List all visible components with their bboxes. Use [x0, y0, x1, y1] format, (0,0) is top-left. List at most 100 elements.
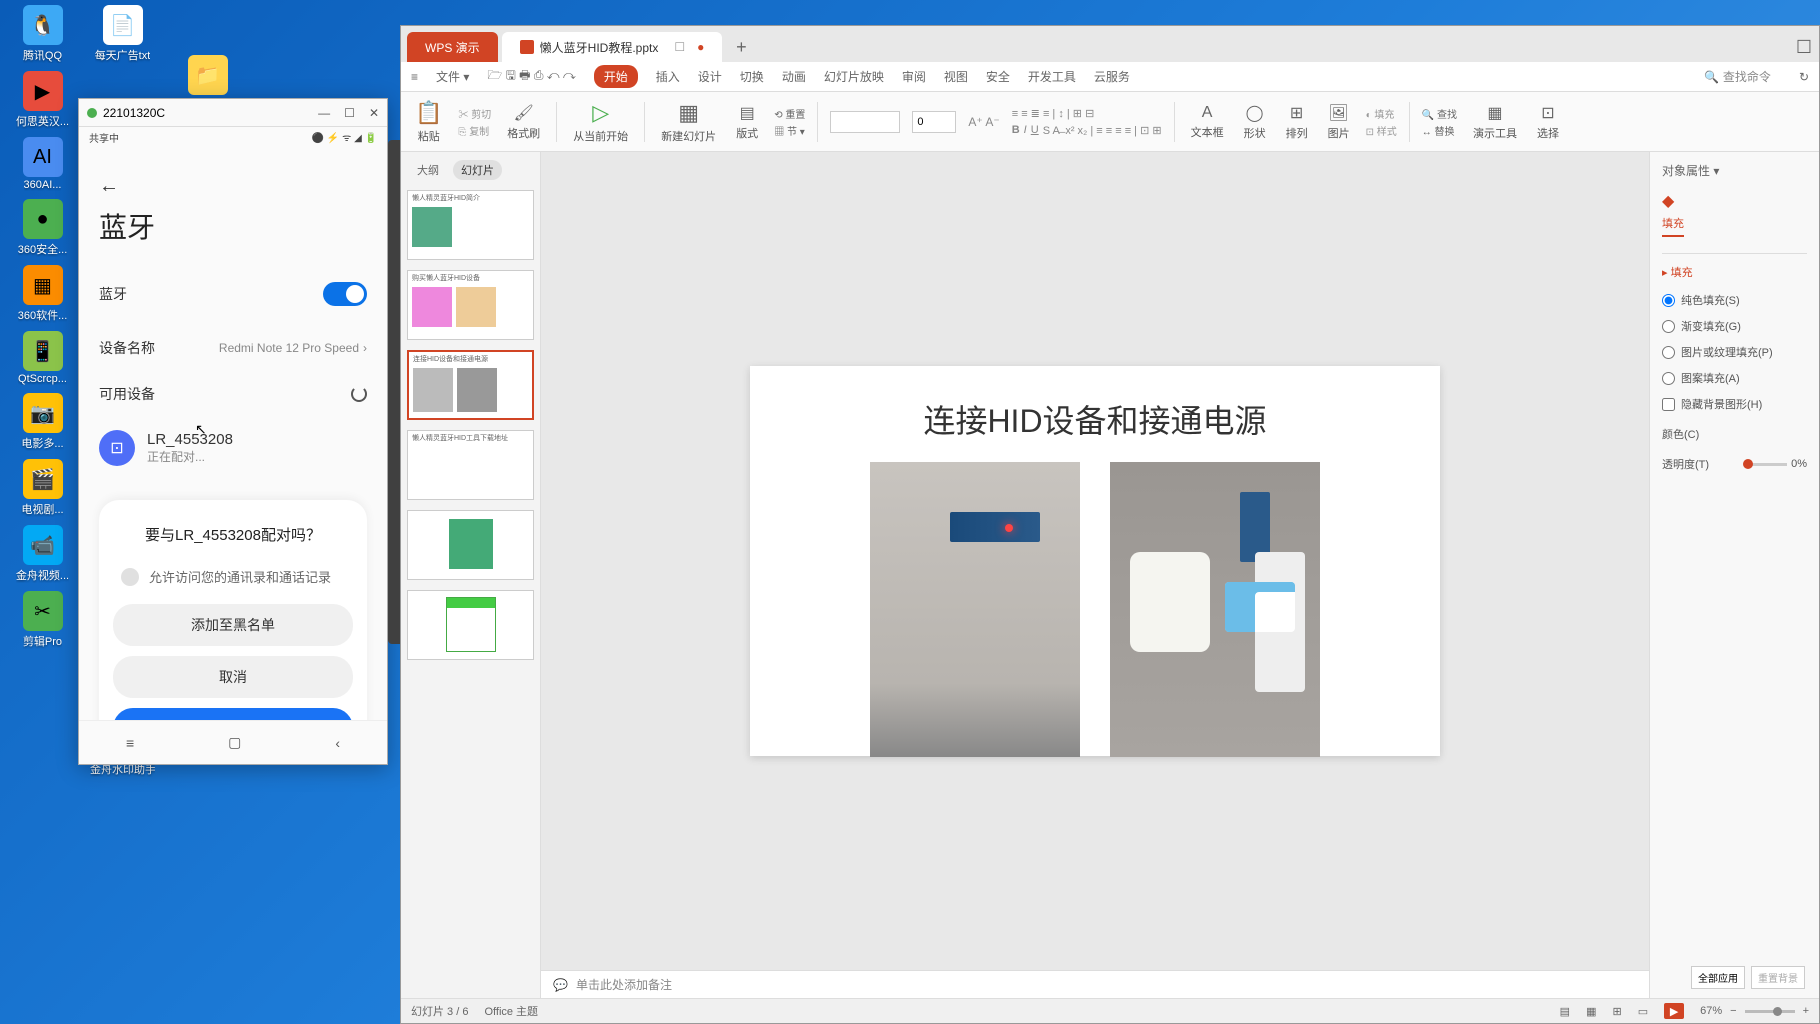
toolbar-icon[interactable]: 🗁 🖫 🖶 ⎙ ↶ ↷ [487, 66, 575, 87]
slide-thumb-1[interactable]: 懒人精灵蓝牙HID简介 [407, 190, 534, 260]
find-button[interactable]: 🔍 查找 [1422, 106, 1457, 121]
demo-tool-button[interactable]: ▦演示工具 [1469, 103, 1521, 141]
menu-security[interactable]: 安全 [986, 68, 1010, 85]
styles-btn[interactable]: ⊡ 样式 [1366, 123, 1397, 138]
slide-image-1[interactable] [870, 462, 1080, 757]
menu-slideshow[interactable]: 幻灯片放映 [824, 68, 884, 85]
minimize-button[interactable]: — [318, 106, 330, 120]
menu-start[interactable]: 开始 [594, 65, 638, 88]
hide-bg-checkbox[interactable]: 隐藏背景图形(H) [1662, 396, 1807, 412]
device-list-item[interactable]: ⊡ LR_4553208 正在配对... [99, 430, 367, 466]
outline-tab[interactable]: 大纲 [409, 160, 447, 180]
hamburger-icon[interactable]: ≡ [411, 70, 418, 84]
view-reading-icon[interactable]: ⊞ [1612, 1005, 1621, 1018]
desktop-icon[interactable]: 🎬电视剧... [10, 459, 75, 517]
menu-transition[interactable]: 切换 [740, 68, 764, 85]
desktop-icon[interactable]: 🐧腾讯QQ [10, 5, 75, 63]
play-from-current-button[interactable]: ▷从当前开始 [569, 100, 632, 144]
document-tab[interactable]: 懒人蓝牙HID教程.pptx ☐ ● [502, 32, 723, 62]
paste-button[interactable]: 📋粘贴 [411, 100, 446, 144]
copy-button[interactable]: ⎘ 复制 [458, 123, 491, 138]
maximize-button[interactable]: ☐ [344, 106, 355, 120]
desktop-icon[interactable]: 📱QtScrcp... [10, 331, 75, 385]
close-button[interactable]: ✕ [369, 106, 379, 120]
picture-button[interactable]: 🖼图片 [1324, 103, 1354, 141]
add-tab-button[interactable]: + [726, 32, 756, 62]
pattern-fill-radio[interactable]: 图案填充(A) [1662, 370, 1807, 386]
nav-back-button[interactable]: ‹ [335, 735, 340, 751]
fill-tab[interactable]: 填充 [1662, 215, 1684, 237]
view-notes-icon[interactable]: ▭ [1638, 1005, 1648, 1018]
current-slide[interactable]: 连接HID设备和接通电源 [750, 366, 1440, 756]
desktop-icon[interactable]: 📹金舟视频... [10, 525, 75, 583]
phone-window-titlebar[interactable]: 22101320C — ☐ ✕ [79, 99, 387, 127]
reset-button[interactable]: ⟲ 重置 [774, 106, 805, 121]
slide-title[interactable]: 连接HID设备和接通电源 [780, 396, 1410, 442]
slideshow-button[interactable]: ▶ [1664, 1003, 1684, 1019]
slide-canvas[interactable]: 连接HID设备和接通电源 [541, 152, 1649, 970]
new-slide-button[interactable]: ▦新建幻灯片 [657, 100, 720, 144]
textbox-button[interactable]: A文本框 [1187, 104, 1228, 140]
desktop-icon[interactable]: ✂剪辑Pro [10, 591, 75, 649]
command-search[interactable]: 🔍 查找命令 [1704, 68, 1771, 85]
font-name-input[interactable] [830, 111, 900, 133]
desktop-icon[interactable]: AI360AI... [10, 137, 75, 191]
zoom-level[interactable]: 67% [1700, 1005, 1722, 1017]
cut-button[interactable]: ✂ 剪切 [458, 106, 491, 121]
shape-button[interactable]: ◯形状 [1240, 103, 1270, 141]
replace-button[interactable]: ↔ 替换 [1422, 123, 1457, 138]
blacklist-button[interactable]: 添加至黑名单 [113, 604, 353, 646]
menu-view[interactable]: 视图 [944, 68, 968, 85]
picture-fill-radio[interactable]: 图片或纹理填充(P) [1662, 344, 1807, 360]
slide-thumb-5[interactable] [407, 510, 534, 580]
menu-insert[interactable]: 插入 [656, 68, 680, 85]
view-sorter-icon[interactable]: ▦ [1586, 1005, 1596, 1018]
menu-dev[interactable]: 开发工具 [1028, 68, 1076, 85]
font-size-input[interactable] [912, 111, 956, 133]
fill-section-header[interactable]: ▸ 填充 [1662, 264, 1807, 280]
desktop-icon[interactable]: 📄每天广告txt [90, 5, 155, 63]
bluetooth-toggle[interactable] [323, 282, 367, 306]
fill-btn[interactable]: ◐ 填充 [1366, 106, 1397, 121]
device-name-value[interactable]: Redmi Note 12 Pro Speed › [219, 341, 367, 355]
permission-checkbox-row[interactable]: 允许访问您的通讯录和通话记录 [113, 567, 353, 586]
solid-fill-radio[interactable]: 纯色填充(S) [1662, 292, 1807, 308]
menu-animation[interactable]: 动画 [782, 68, 806, 85]
menu-review[interactable]: 审阅 [902, 68, 926, 85]
apply-all-button[interactable]: 全部应用 [1691, 966, 1745, 989]
notes-pane[interactable]: 💬 单击此处添加备注 [541, 970, 1649, 998]
slide-thumb-6[interactable]: 6 [407, 590, 534, 660]
refresh-icon[interactable] [351, 386, 367, 402]
view-normal-icon[interactable]: ▤ [1560, 1005, 1570, 1018]
desktop-icon[interactable]: 📷电影多... [10, 393, 75, 451]
select-button[interactable]: ⊡选择 [1533, 103, 1563, 141]
nav-menu-button[interactable]: ≡ [126, 735, 134, 751]
file-menu[interactable]: 文件 ▾ [436, 68, 469, 85]
desktop-icon[interactable]: ●360安全... [10, 199, 75, 257]
zoom-out-button[interactable]: − [1730, 1005, 1736, 1017]
layout-button[interactable]: ▤版式 [732, 103, 762, 141]
desktop-icon[interactable]: ▶何思英汉... [10, 71, 75, 129]
nav-home-button[interactable]: ▢ [228, 734, 241, 751]
sync-icon[interactable]: ↻ [1799, 70, 1809, 84]
wps-brand-tab[interactable]: WPS 演示 [407, 32, 498, 62]
format-painter-button[interactable]: 🖌格式刷 [503, 103, 544, 141]
zoom-in-button[interactable]: + [1803, 1005, 1809, 1017]
slide-thumb-4[interactable]: 懒人精灵蓝牙HID工具下载地址 [407, 430, 534, 500]
reset-bg-button[interactable]: 重置背景 [1751, 966, 1805, 989]
desktop-icon[interactable]: ▦360软件... [10, 265, 75, 323]
slide-thumb-2[interactable]: 购买懒人蓝牙HID设备 [407, 270, 534, 340]
gradient-fill-radio[interactable]: 渐变填充(G) [1662, 318, 1807, 334]
app-menu-button[interactable]: ☐ [1789, 32, 1819, 62]
back-button[interactable]: ← [99, 175, 367, 198]
slides-tab[interactable]: 幻灯片 [453, 160, 502, 180]
menu-design[interactable]: 设计 [698, 68, 722, 85]
section-button[interactable]: ▦ 节 ▾ [774, 123, 805, 138]
fill-category-icon[interactable]: ◆ [1662, 191, 1807, 211]
menu-cloud[interactable]: 云服务 [1094, 68, 1130, 85]
checkbox-icon[interactable] [121, 568, 139, 586]
pair-button[interactable]: 配对 [113, 708, 353, 720]
slide-image-2[interactable] [1110, 462, 1320, 757]
cancel-button[interactable]: 取消 [113, 656, 353, 698]
slide-thumb-3[interactable]: 连接HID设备和接通电源 [407, 350, 534, 420]
